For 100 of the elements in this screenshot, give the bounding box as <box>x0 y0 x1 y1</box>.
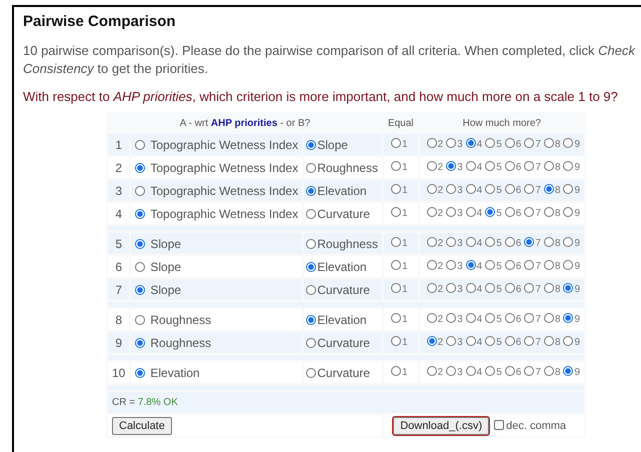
radio-button[interactable] <box>466 237 476 247</box>
radio-button[interactable] <box>135 208 146 218</box>
radio-button[interactable] <box>466 161 476 171</box>
radio-button[interactable] <box>504 184 515 194</box>
calculate-button[interactable]: Calculate <box>112 417 172 435</box>
radio-button[interactable] <box>390 138 401 148</box>
radio-button[interactable] <box>466 336 476 346</box>
radio-button[interactable] <box>563 138 574 148</box>
radio-button[interactable] <box>390 161 401 171</box>
radio-button[interactable] <box>563 161 574 171</box>
radio-button[interactable] <box>446 184 456 194</box>
radio-button[interactable] <box>563 260 574 270</box>
radio-button[interactable] <box>485 184 496 194</box>
radio-button[interactable] <box>426 313 437 323</box>
radio-button[interactable] <box>446 237 456 247</box>
radio-button[interactable] <box>446 260 456 270</box>
radio-button[interactable] <box>390 260 401 270</box>
radio-button[interactable] <box>524 237 534 247</box>
radio-button[interactable] <box>426 184 437 194</box>
radio-button[interactable] <box>466 184 476 194</box>
radio-button[interactable] <box>426 260 437 270</box>
radio-button[interactable] <box>485 207 496 217</box>
radio-button[interactable] <box>306 238 316 248</box>
radio-button[interactable] <box>485 237 496 247</box>
radio-button[interactable] <box>563 207 574 217</box>
radio-button[interactable] <box>544 336 554 346</box>
radio-button[interactable] <box>390 336 401 346</box>
radio-button[interactable] <box>135 262 146 272</box>
radio-button[interactable] <box>466 313 476 323</box>
radio-button[interactable] <box>485 161 496 171</box>
radio-button[interactable] <box>524 184 534 194</box>
radio-button[interactable] <box>504 207 515 217</box>
radio-button[interactable] <box>466 260 476 270</box>
radio-button[interactable] <box>504 283 515 293</box>
radio-button[interactable] <box>306 284 316 294</box>
radio-button[interactable] <box>504 161 515 171</box>
radio-button[interactable] <box>306 314 316 324</box>
radio-button[interactable] <box>426 336 437 346</box>
radio-button[interactable] <box>135 162 146 172</box>
radio-button[interactable] <box>563 313 574 323</box>
radio-button[interactable] <box>544 366 554 376</box>
radio-button[interactable] <box>390 313 401 323</box>
radio-button[interactable] <box>544 313 554 323</box>
radio-button[interactable] <box>426 138 437 148</box>
radio-button[interactable] <box>466 207 476 217</box>
radio-button[interactable] <box>544 207 554 217</box>
checkbox[interactable] <box>494 420 504 430</box>
radio-button[interactable] <box>524 138 534 148</box>
radio-button[interactable] <box>466 283 476 293</box>
radio-button[interactable] <box>544 184 554 194</box>
radio-button[interactable] <box>135 238 146 248</box>
radio-button[interactable] <box>563 237 574 247</box>
radio-button[interactable] <box>426 161 437 171</box>
radio-button[interactable] <box>485 313 496 323</box>
radio-button[interactable] <box>446 336 456 346</box>
radio-button[interactable] <box>544 283 554 293</box>
radio-button[interactable] <box>135 314 146 324</box>
radio-button[interactable] <box>306 208 316 218</box>
radio-button[interactable] <box>504 237 515 247</box>
radio-button[interactable] <box>563 283 574 293</box>
radio-button[interactable] <box>426 207 437 217</box>
radio-button[interactable] <box>485 336 496 346</box>
radio-button[interactable] <box>524 366 534 376</box>
radio-button[interactable] <box>446 283 456 293</box>
radio-button[interactable] <box>135 284 146 294</box>
radio-button[interactable] <box>306 262 316 272</box>
radio-button[interactable] <box>446 138 456 148</box>
radio-button[interactable] <box>446 313 456 323</box>
radio-button[interactable] <box>544 237 554 247</box>
radio-button[interactable] <box>504 138 515 148</box>
radio-button[interactable] <box>563 184 574 194</box>
radio-button[interactable] <box>446 161 456 171</box>
radio-button[interactable] <box>524 161 534 171</box>
radio-button[interactable] <box>426 366 437 376</box>
radio-button[interactable] <box>504 260 515 270</box>
radio-button[interactable] <box>544 260 554 270</box>
radio-button[interactable] <box>563 336 574 346</box>
radio-button[interactable] <box>426 237 437 247</box>
radio-button[interactable] <box>466 138 476 148</box>
radio-button[interactable] <box>135 140 146 150</box>
radio-button[interactable] <box>306 368 316 378</box>
radio-button[interactable] <box>390 283 401 293</box>
radio-button[interactable] <box>390 366 401 376</box>
radio-button[interactable] <box>504 313 515 323</box>
radio-button[interactable] <box>306 162 316 172</box>
radio-button[interactable] <box>524 260 534 270</box>
radio-button[interactable] <box>485 138 496 148</box>
radio-button[interactable] <box>426 283 437 293</box>
radio-button[interactable] <box>390 237 401 247</box>
radio-button[interactable] <box>446 366 456 376</box>
radio-button[interactable] <box>485 283 496 293</box>
radio-button[interactable] <box>524 207 534 217</box>
radio-button[interactable] <box>485 366 496 376</box>
radio-button[interactable] <box>446 207 456 217</box>
radio-button[interactable] <box>466 366 476 376</box>
radio-button[interactable] <box>544 161 554 171</box>
radio-button[interactable] <box>135 338 146 348</box>
radio-button[interactable] <box>504 336 515 346</box>
radio-button[interactable] <box>135 186 146 196</box>
radio-button[interactable] <box>390 207 401 217</box>
